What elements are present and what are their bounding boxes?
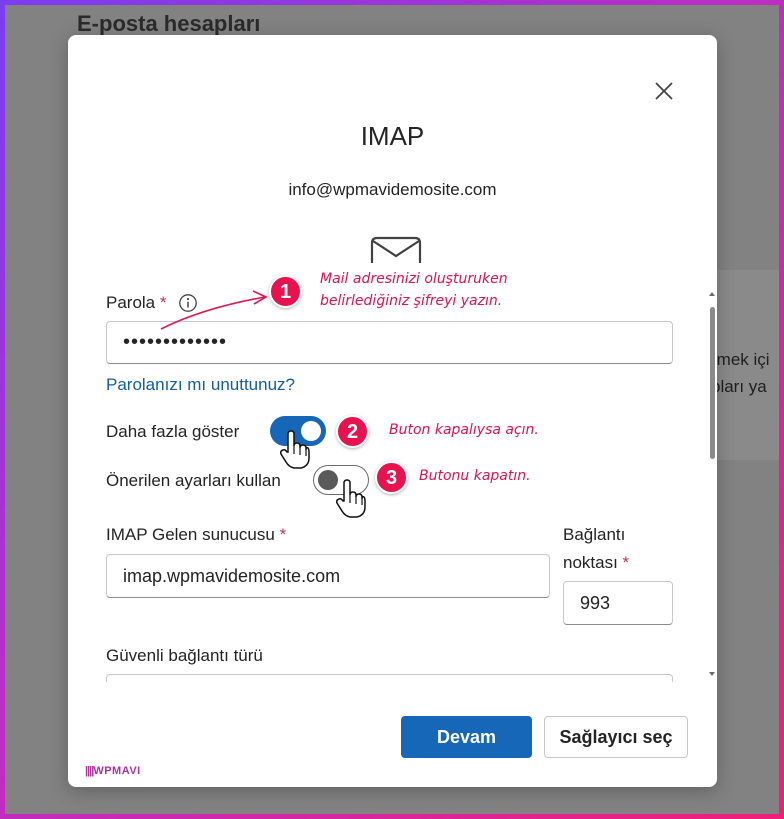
toggle-knob bbox=[318, 469, 338, 490]
forgot-password-link[interactable]: Parolanızı mı unuttunuz? bbox=[106, 375, 295, 395]
annotation-arrow-icon bbox=[160, 290, 268, 330]
secure-connection-label: Güvenli bağlantı türü bbox=[106, 646, 263, 665]
brand-logo-text: WPMAVI bbox=[93, 765, 141, 777]
hand-cursor-icon bbox=[336, 479, 366, 518]
imap-server-label: IMAP Gelen sunucusu * bbox=[106, 525, 286, 545]
recommended-settings-label: Önerilen ayarları kullan bbox=[106, 471, 281, 490]
required-mark: * bbox=[279, 525, 287, 544]
scroll-up-icon[interactable] bbox=[708, 290, 716, 298]
annotation-note-2: Buton kapalıysa açın. bbox=[389, 422, 539, 438]
show-more-label: Daha fazla göster bbox=[106, 422, 240, 441]
annotation-badge-2: 2 bbox=[336, 415, 369, 448]
background-page-title: E-posta hesapları bbox=[77, 11, 261, 36]
secure-connection-select[interactable] bbox=[106, 674, 673, 682]
background-text-line: pları ya bbox=[711, 377, 767, 396]
imap-dialog: IMAP info@wpmavidemosite.com Parola * Pa… bbox=[68, 35, 717, 787]
annotation-note-1: Mail adresinizi oluşturuken belirlediğin… bbox=[320, 268, 508, 312]
imap-server-input[interactable] bbox=[106, 554, 550, 598]
choose-provider-button[interactable]: Sağlayıcı seç bbox=[544, 716, 688, 758]
annotation-badge-1: 1 bbox=[269, 275, 302, 308]
annotation-note-3: Butonu kapatın. bbox=[419, 468, 531, 484]
scrollbar-thumb[interactable] bbox=[710, 307, 715, 459]
dialog-title: IMAP bbox=[360, 121, 425, 151]
annotation-note-line: Mail adresinizi oluşturuken bbox=[320, 271, 508, 287]
password-label-text: Parola bbox=[106, 293, 156, 312]
brand-logo: ||||WPMAVI bbox=[85, 765, 141, 777]
close-button[interactable] bbox=[651, 78, 677, 104]
background-text-line: rmek içi bbox=[711, 350, 770, 369]
continue-button[interactable]: Devam bbox=[401, 716, 532, 758]
app-window: E-posta hesapları rmek içi pları ya IMAP… bbox=[5, 5, 779, 814]
scroll-down-icon[interactable] bbox=[708, 670, 716, 678]
imap-server-label-text: IMAP Gelen sunucusu bbox=[106, 525, 275, 544]
close-icon bbox=[655, 82, 673, 100]
annotation-note-line: belirlediğiniz şifreyi yazın. bbox=[320, 293, 503, 309]
port-label: noktası * bbox=[563, 553, 629, 573]
port-label-text: noktası bbox=[563, 553, 618, 572]
account-email: info@wpmavidemosite.com bbox=[288, 180, 497, 199]
required-mark: * bbox=[622, 553, 630, 572]
port-label-line1: Bağlantı bbox=[563, 525, 626, 544]
port-input[interactable] bbox=[563, 581, 673, 625]
hand-cursor-icon bbox=[280, 430, 310, 469]
mail-icon bbox=[370, 236, 422, 263]
annotation-badge-3: 3 bbox=[375, 461, 408, 494]
